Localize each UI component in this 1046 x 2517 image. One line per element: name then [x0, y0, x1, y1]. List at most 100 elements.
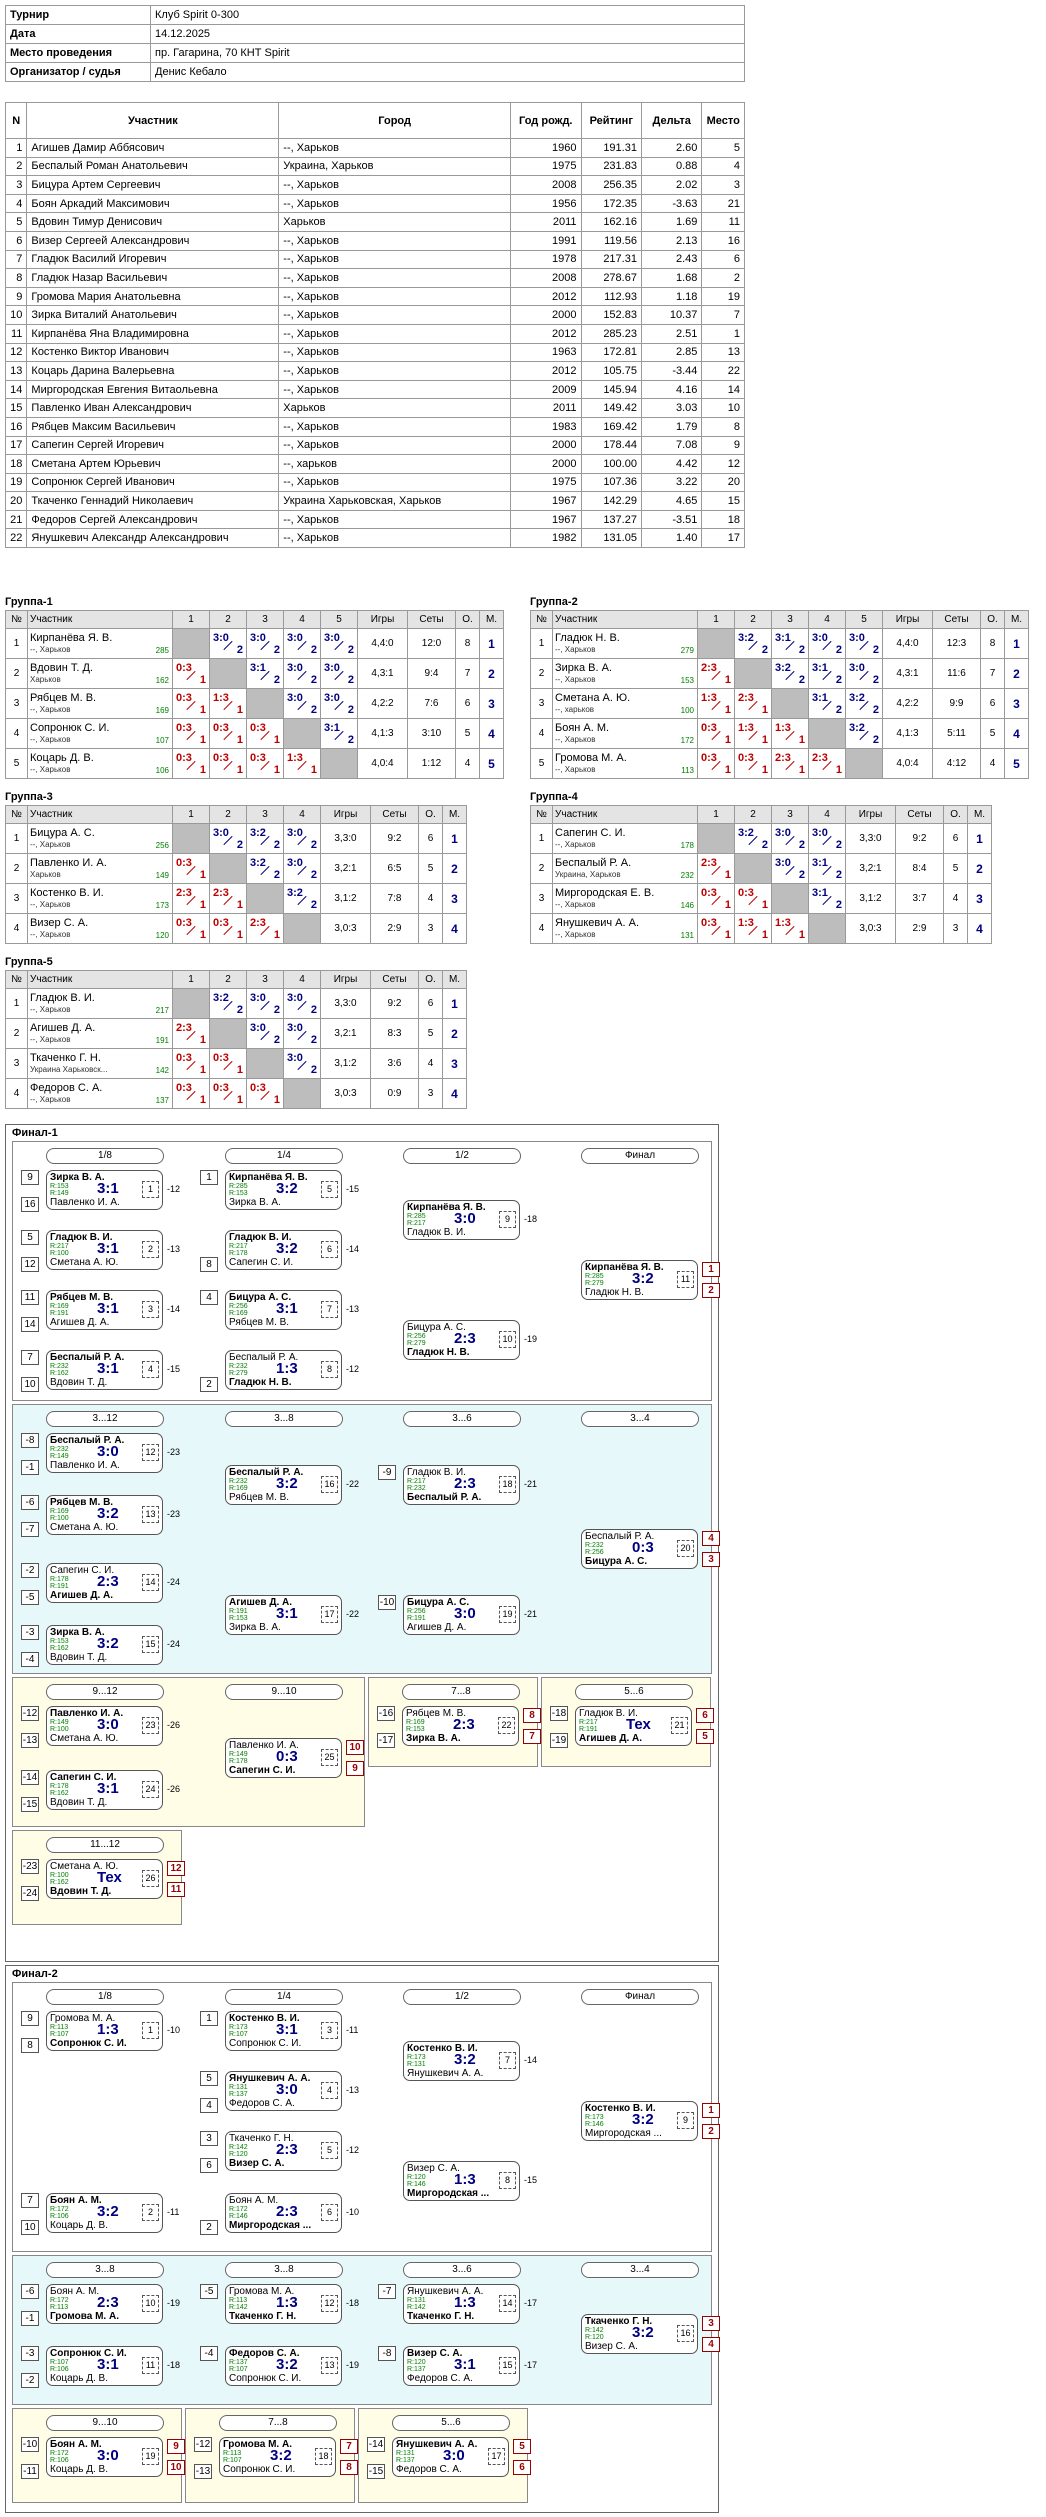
group-score: 3:0 [287, 662, 303, 674]
bracket-match: Павленко И. А. R:149 R:178 Сапегин С. И. 0:3… [225, 1738, 342, 1778]
group-points: 2 [236, 1004, 243, 1016]
seed-box: -3 [21, 2346, 39, 2361]
group-score-cell: 0:3 1 [734, 748, 772, 779]
group-games: 4,2:2 [357, 688, 408, 719]
seed-box: -1 [21, 1460, 39, 1475]
players-header-cell: Год рожд. [510, 102, 582, 139]
player-cell: Кирпанёва Яна Владимировна [26, 323, 280, 344]
match-player-2: Сопронюк С. И. [229, 2373, 302, 2384]
group-self-cell [845, 748, 883, 779]
group-row: 1 Гладюк Н. В. --, Харьков 279 3:2 2 3:1 2 3:0 2 3… [530, 628, 1029, 659]
group-score-cell: 1:3 1 [697, 688, 735, 719]
group-score: 3:0 [250, 992, 266, 1004]
group-score: 1:3 [775, 917, 791, 929]
player-cell: 15 [701, 491, 745, 511]
group-head-sets: Сеты [895, 805, 944, 824]
player-row: 2 Беспалый Роман Анатольевич Украина, Харь… [4, 156, 745, 177]
group-player-city: --, харьков [555, 704, 595, 714]
group-player-city: --, Харьков [555, 674, 596, 684]
group-head-m: М. [967, 805, 992, 824]
match-game-number: 15 [142, 1636, 159, 1653]
group-points: 2 [310, 899, 317, 911]
match-score: 3:1 [276, 2021, 298, 2038]
seed-box: -18 [550, 1706, 568, 1721]
group-player-city: --, Харьков [30, 1004, 71, 1014]
seed-box: -9 [378, 1465, 396, 1480]
group-points: 1 [236, 1094, 243, 1106]
final-2-title: Финал-2 [12, 1968, 58, 1980]
match-game-number: 16 [321, 1476, 338, 1493]
player-cell: 10 [4, 305, 28, 325]
group-row-num: 4 [5, 913, 28, 944]
match-game-number: 19 [499, 1606, 516, 1623]
player-cell: 172.35 [580, 193, 642, 214]
group-score-cell: 0:3 1 [172, 688, 210, 719]
match-game-number: 4 [321, 2082, 338, 2099]
group-player-name: Гладюк В. И. [30, 991, 95, 1004]
group-score-cell: 0:3 1 [697, 913, 735, 944]
group-head-col: 2 [209, 970, 247, 989]
seed-box: 6 [200, 2158, 218, 2173]
group-points: 2 [798, 644, 805, 656]
group-score-cell: 3:2 2 [771, 658, 809, 689]
group-score: 3:0 [287, 827, 303, 839]
group-score: 2:3 [812, 752, 828, 764]
group-score: 0:3 [176, 1082, 192, 1094]
group-score-cell: 3:0 2 [283, 853, 321, 884]
group-score-cell: 2:3 1 [697, 853, 735, 884]
player-cell: Миргородская Евгения Витаольевна [26, 379, 280, 400]
group-score: 3:1 [812, 857, 828, 869]
group-head-col: 4 [283, 970, 321, 989]
match-player-1: Костенко В. И. [585, 2103, 656, 2114]
group-place: 4 [1004, 718, 1029, 749]
group-row: 1 Бицура А. С. --, Харьков 256 3:0 2 3:2 2 3:0 2 3… [5, 823, 467, 854]
match-game-number: 22 [498, 1717, 515, 1734]
group-score: 0:3 [176, 1052, 192, 1064]
player-cell: Боян Аркадий Максимович [26, 193, 280, 214]
match-player-1: Громова М. А. [223, 2439, 292, 2450]
group-player-city: Украина, Харьков [555, 869, 621, 879]
player-row: 4 Боян Аркадий Максимович --, Харьков 1956 1… [4, 193, 745, 214]
player-cell: 178.44 [580, 435, 642, 456]
group-row-num: 2 [5, 658, 28, 689]
group-points: 1 [724, 929, 731, 941]
match-player-1: Рябцев М. В. [50, 1292, 114, 1303]
group-score: 3:0 [287, 632, 303, 644]
seed-box: -6 [21, 2284, 39, 2299]
info-value: пр. Гагарина, 70 КНТ Spirit [150, 43, 745, 63]
player-cell: 1991 [510, 230, 582, 251]
group-head-col: 1 [697, 805, 735, 824]
match-player-2: Сопронюк С. И. [50, 2038, 127, 2049]
seed-box: 12 [21, 1257, 39, 1272]
player-row: 20 Ткаченко Геннадий Николаевич Украина Ха… [4, 491, 745, 511]
group-row-num: 2 [530, 853, 553, 884]
group-place: 3 [442, 1048, 467, 1079]
round-label: 7...8 [402, 1684, 520, 1700]
group-player-name: Коцарь Д. В. [30, 751, 94, 764]
group-player-rating: 106 [155, 766, 169, 775]
players-header-cell: Дельта [640, 102, 703, 139]
group-score-cell: 3:1 2 [808, 883, 846, 914]
group-games: 3,3:0 [845, 823, 896, 854]
group-row-num: 2 [530, 658, 553, 689]
player-cell: 9 [4, 286, 28, 307]
match-score: 3:0 [454, 1210, 476, 1227]
group-player-name: Сопронюк С. И. [30, 721, 110, 734]
group-score-cell: 1:3 1 [209, 688, 247, 719]
group-player-rating: 120 [155, 931, 169, 940]
winner-place: 4 [702, 1531, 720, 1546]
match-score: 3:2 [97, 1635, 119, 1652]
match-game-number: 12 [142, 1444, 159, 1461]
bracket-match: Янушкевич А. А. R:131 R:142 Ткаченко Г. Н. 1… [403, 2284, 520, 2324]
group-player-cell: Павленко И. А. Харьков 149 [27, 853, 173, 884]
group-score-cell: 3:0 2 [246, 988, 284, 1019]
player-row: 11 Кирпанёва Яна Владимировна --, Харьков 2… [4, 323, 745, 344]
group-points: 2 [761, 839, 768, 851]
group-place: 1 [479, 628, 504, 659]
group-score: 3:0 [213, 827, 229, 839]
player-cell: --, Харьков [278, 472, 512, 493]
bracket-match: Рябцев М. В. R:169 R:191 Агишев Д. А. 3:1 3 [46, 1290, 163, 1330]
group-score: 3:2 [250, 857, 266, 869]
group-row: 2 Павленко И. А. Харьков 149 0:3 1 3:2 2 3:0 2 3,2… [5, 853, 467, 884]
match-score: 3:2 [97, 1505, 119, 1522]
